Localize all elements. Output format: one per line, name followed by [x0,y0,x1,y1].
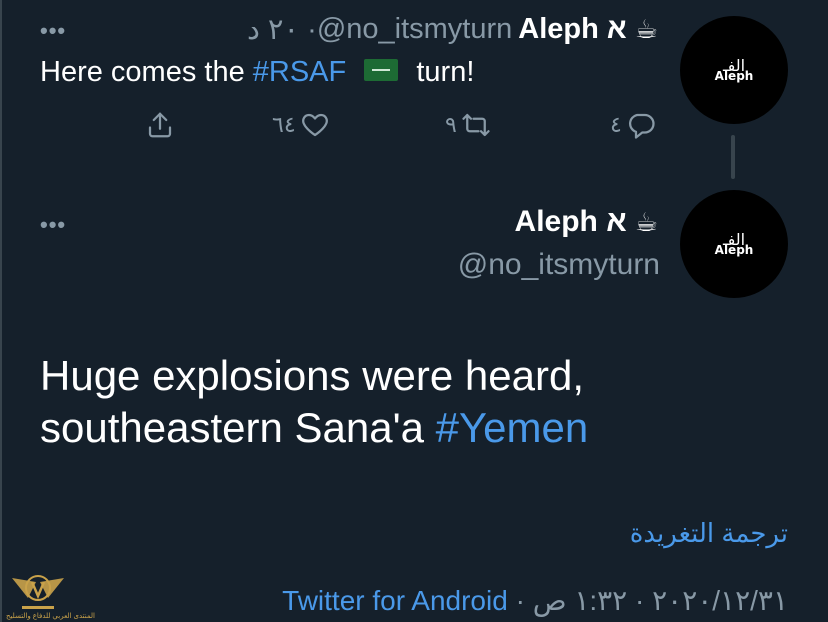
tweet-text-line: southeastern Sana'a #Yemen [40,404,589,451]
tweet-time[interactable]: ٢٠ د · [247,12,317,47]
author-handle[interactable]: @no_itsmyturn [317,13,512,46]
avatar-logo-english: Aleph [714,243,754,257]
avatar-logo-english: Aleph [714,69,754,83]
source-link[interactable]: Twitter for Android [282,585,508,616]
tweet-footer: Twitter for Android · ٢٠٢٠/١٢/٣١ · ١:٣٢ … [282,585,788,616]
share-icon [148,112,172,138]
share-button[interactable] [145,110,175,140]
retweet-count: ٩ [445,112,457,137]
tweet-text-line: Huge explosions were heard, [40,352,584,399]
reply-button[interactable]: ٤ [610,110,656,140]
hashtag-link[interactable]: #Yemen [436,404,589,451]
avatar[interactable]: الفـ Aleph [680,16,788,124]
tweet-actions: ٦٤ ٩ ٤ [0,110,828,146]
translate-tweet-link[interactable]: ترجمة التغريدة [630,518,788,549]
retweet-button[interactable]: ٩ [445,110,491,140]
author-name-row: Aleph א ☕ [515,205,658,239]
reply-count: ٤ [610,112,622,137]
saudi-flag-icon [364,59,399,82]
tweet-datetime[interactable]: ٢٠٢٠/١٢/٣١ · ١:٣٢ ص [533,585,788,616]
like-count: ٦٤ [272,112,296,137]
coffee-emoji-icon: ☕ [634,206,658,237]
more-options-button[interactable]: ••• [40,212,66,238]
coffee-emoji-icon: ☕ [634,14,658,44]
author-name[interactable]: Aleph א [515,205,627,239]
tweet-header: ٢٠ د · @no_itsmyturn Aleph א ☕ [247,12,658,47]
like-button[interactable]: ٦٤ [272,110,330,140]
more-options-button[interactable]: ••• [40,18,66,44]
retweet-icon [462,113,490,137]
thread-connector [731,135,735,179]
author-handle[interactable]: @no_itsmyturn [458,248,660,282]
tweet-text: Here comes the #RSAF turn! [40,56,475,88]
like-icon [301,113,328,137]
watermark-caption: المنتدى العربي للدفاع والتسليح [6,613,95,620]
thread-rule [0,0,2,622]
avatar[interactable]: الفـ Aleph [680,190,788,298]
author-name[interactable]: Aleph א [518,13,626,46]
hashtag-link[interactable]: #RSAF [253,56,346,88]
tweet-text: Huge explosions were heard, southeastern… [40,350,740,454]
reply-icon [628,113,655,139]
